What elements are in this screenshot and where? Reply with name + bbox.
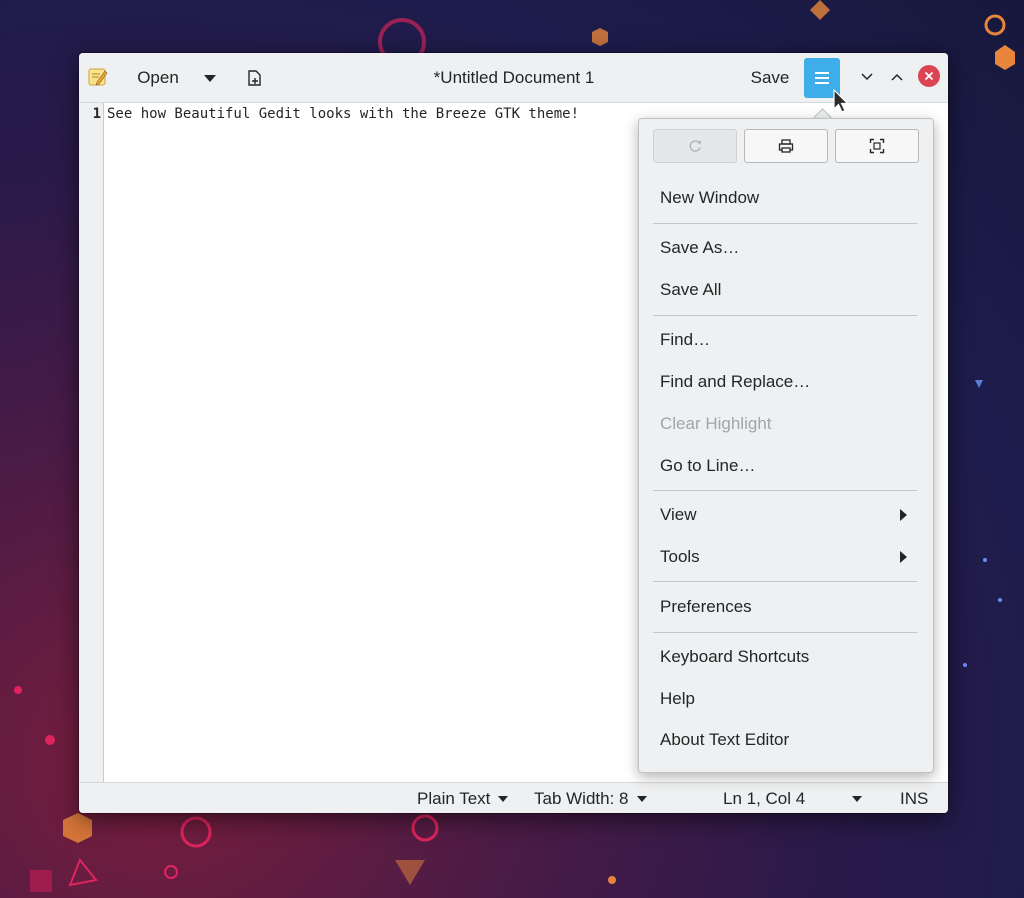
chevron-down-icon <box>204 74 216 82</box>
app-menu-popover: New Window Save As… Save All Find… Find … <box>638 118 934 773</box>
language-label: Plain Text <box>417 788 491 808</box>
menu-item-view[interactable]: View <box>660 503 697 527</box>
print-button[interactable] <box>744 129 828 163</box>
chevron-right-icon <box>900 509 907 521</box>
menu-item-go-to-line[interactable]: Go to Line… <box>660 454 755 478</box>
menu-item-preferences[interactable]: Preferences <box>660 595 752 619</box>
chevron-down-icon <box>852 795 862 802</box>
menu-item-find-replace[interactable]: Find and Replace… <box>660 370 810 394</box>
fullscreen-button[interactable] <box>835 129 919 163</box>
open-button[interactable]: Open <box>125 63 191 93</box>
insert-mode-indicator[interactable]: INS <box>900 783 928 813</box>
menu-separator <box>653 490 917 491</box>
insert-mode-label: INS <box>900 788 929 808</box>
chevron-down-icon <box>861 73 873 81</box>
maximize-button[interactable] <box>885 65 909 89</box>
chevron-up-icon <box>891 73 903 81</box>
menu-separator <box>653 632 917 633</box>
close-button[interactable] <box>918 65 940 87</box>
hamburger-menu-icon <box>815 72 829 84</box>
status-bar: Plain Text Tab Width: 8 Ln 1, Col 4 INS <box>79 782 948 813</box>
menu-separator <box>653 223 917 224</box>
menu-item-clear-highlight[interactable]: Clear Highlight <box>660 412 772 436</box>
open-recent-dropdown-button[interactable] <box>196 63 224 93</box>
header-bar: Open *Untitled Document 1 Save <box>79 53 948 103</box>
reload-button[interactable] <box>653 129 737 163</box>
chevron-right-icon <box>900 551 907 563</box>
save-button[interactable]: Save <box>743 63 797 93</box>
cursor-position[interactable]: Ln 1, Col 4 <box>723 783 805 813</box>
menu-item-save-all[interactable]: Save All <box>660 278 721 302</box>
document-title: *Untitled Document 1 <box>433 68 595 87</box>
cursor-position-label: Ln 1, Col 4 <box>723 788 806 808</box>
menu-separator <box>653 581 917 582</box>
tab-width-label: Tab Width: 8 <box>534 788 629 808</box>
close-icon <box>924 71 934 81</box>
new-document-button[interactable] <box>239 63 271 93</box>
editor-line[interactable]: See how Beautiful Gedit looks with the B… <box>107 106 579 122</box>
reload-icon <box>689 140 701 152</box>
menu-item-about[interactable]: About Text Editor <box>660 728 789 752</box>
chevron-down-icon <box>636 795 647 802</box>
print-icon <box>778 139 794 153</box>
menu-item-new-window[interactable]: New Window <box>660 186 759 210</box>
new-document-icon <box>248 70 261 86</box>
fullscreen-icon <box>869 138 885 154</box>
tab-width-selector[interactable]: Tab Width: 8 <box>534 783 647 813</box>
menu-item-find[interactable]: Find… <box>660 328 710 352</box>
text-editor-app-icon <box>87 66 109 88</box>
line-number: 1 <box>92 106 101 122</box>
menu-item-keyboard-shortcuts[interactable]: Keyboard Shortcuts <box>660 645 809 669</box>
chevron-down-icon <box>498 795 509 802</box>
menu-separator <box>653 315 917 316</box>
menu-item-tools[interactable]: Tools <box>660 545 700 569</box>
menu-item-save-as[interactable]: Save As… <box>660 236 739 260</box>
mouse-pointer-icon <box>833 89 849 113</box>
menu-item-help[interactable]: Help <box>660 687 695 711</box>
position-dropdown[interactable] <box>852 783 862 813</box>
line-number-gutter: 1 <box>79 103 104 782</box>
language-selector[interactable]: Plain Text <box>417 783 509 813</box>
minimize-button[interactable] <box>855 65 879 89</box>
